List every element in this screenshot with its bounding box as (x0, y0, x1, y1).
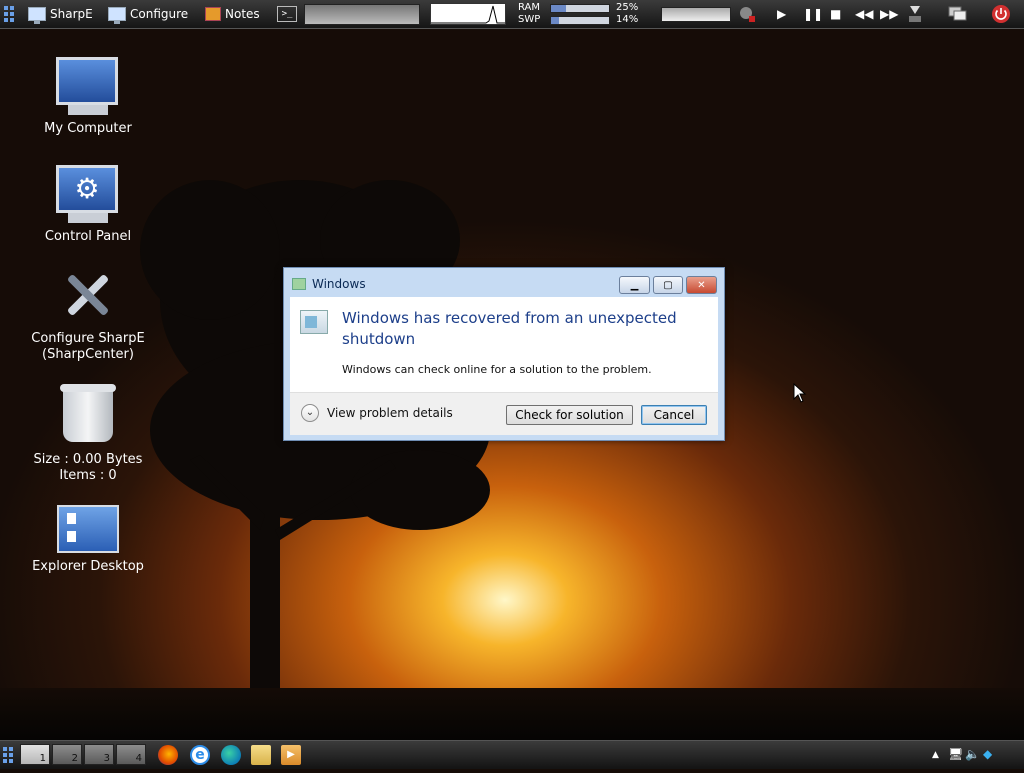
media-pause-icon[interactable]: ❚❚ (803, 0, 823, 28)
terminal-button[interactable]: >_ (277, 0, 297, 28)
tray-expand-icon[interactable]: ▲ (932, 750, 939, 760)
terminal-icon: >_ (277, 6, 297, 22)
horizon (0, 688, 1024, 740)
command-input[interactable] (304, 3, 420, 25)
volume-slider[interactable] (661, 6, 731, 22)
ram-bar (550, 3, 610, 13)
firefox-icon[interactable] (158, 745, 178, 765)
volume-muted-icon[interactable] (738, 0, 756, 28)
volume-muted-icon[interactable]: 🔈 (965, 747, 980, 761)
cancel-button[interactable]: Cancel (641, 405, 707, 425)
tray-app-icon[interactable]: ◆ (983, 747, 992, 761)
network-icon[interactable]: 🖥 (948, 747, 963, 761)
swp-percent: 14% (616, 14, 639, 25)
media-prev-icon[interactable]: ◀◀ (855, 0, 875, 28)
windows-switch-icon[interactable] (948, 0, 968, 28)
notes-button[interactable]: Notes (205, 0, 260, 28)
swp-bar (550, 15, 610, 25)
workspace-2-button[interactable]: 2 (52, 744, 82, 765)
cpu-graph (430, 3, 506, 25)
windows-app-icon (292, 278, 306, 290)
media-play-icon[interactable]: ▶ (777, 0, 795, 28)
dialog-body: Windows has recovered from an unexpected… (290, 297, 718, 392)
dialog-message: Windows can check online for a solution … (342, 363, 652, 376)
ram-percent: 25% (616, 2, 639, 13)
workspace-grid-icon[interactable] (3, 741, 15, 769)
dialog-title: Windows (312, 277, 366, 291)
configure-label: Configure (130, 7, 189, 21)
view-problem-details-link[interactable]: View problem details (327, 406, 453, 420)
error-dialog: Windows ▁ ▢ ✕ Windows has recovered from… (283, 267, 725, 441)
sharpe-label: SharpE (50, 7, 93, 21)
top-bar: SharpE Configure Notes >_ RAM SWP 25% 14… (0, 0, 1024, 29)
monitor-icon (28, 7, 46, 24)
media-player-icon[interactable]: ▶ (281, 745, 301, 765)
media-player-app-icon[interactable] (907, 0, 923, 28)
minimize-icon: ▁ (630, 279, 639, 291)
workspace-4-button[interactable]: 4 (116, 744, 146, 765)
check-for-solution-button[interactable]: Check for solution (506, 405, 633, 425)
minimize-button[interactable]: ▁ (619, 276, 650, 294)
menu-grid-icon[interactable] (4, 0, 16, 28)
workspace-3-button[interactable]: 3 (84, 744, 114, 765)
sharpe-button[interactable]: SharpE (28, 0, 93, 28)
dialog-heading: Windows has recovered from an unexpected… (342, 309, 677, 348)
media-stop-icon[interactable]: ■ (830, 0, 848, 28)
ram-label: RAM (518, 2, 541, 13)
recovery-icon (300, 310, 328, 334)
maximize-button[interactable]: ▢ (653, 276, 683, 294)
notes-icon (205, 7, 221, 21)
desktop-icon-my-computer[interactable]: My Computer (23, 57, 153, 137)
maximize-icon: ▢ (663, 279, 673, 291)
workspace-1-button[interactable]: 1 (20, 744, 50, 765)
configure-button[interactable]: Configure (108, 0, 188, 28)
chevron-down-icon[interactable]: ⌄ (301, 404, 319, 422)
edge-icon[interactable] (221, 745, 241, 765)
notes-label: Notes (225, 7, 260, 21)
computer-icon (56, 57, 120, 115)
power-icon[interactable] (991, 0, 1011, 28)
ie-icon[interactable]: e (190, 745, 210, 765)
close-button[interactable]: ✕ (686, 276, 717, 294)
media-next-icon[interactable]: ▶▶ (880, 0, 900, 28)
swp-label: SWP (518, 14, 541, 25)
dialog-footer: ⌄ View problem details Check for solutio… (290, 392, 718, 435)
bottom-taskbar: 1 2 3 4 e ▶ ▲ 🖥 🔈 ◆ (0, 740, 1024, 769)
mouse-cursor-icon (793, 383, 807, 403)
monitor-icon (108, 7, 126, 24)
folder-icon[interactable] (251, 745, 271, 765)
close-icon: ✕ (697, 279, 706, 291)
